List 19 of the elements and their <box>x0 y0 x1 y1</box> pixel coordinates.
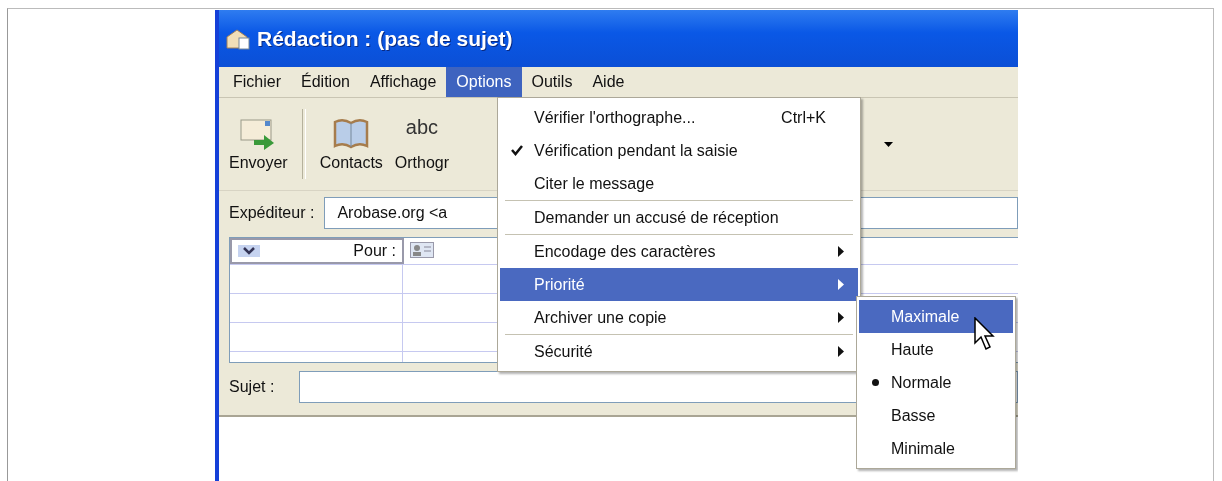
recipient-type-label: Pour : <box>353 242 396 260</box>
menu-option-label: Sécurité <box>534 342 594 361</box>
menu-option-label: Citer le message <box>534 174 656 193</box>
menu-option-label: Priorité <box>534 275 586 294</box>
priority-option-label: Maximale <box>891 307 960 326</box>
window-title: Rédaction : (pas de sujet) <box>257 26 513 51</box>
sender-label: Expéditeur : <box>229 204 315 222</box>
priority-option-label: Minimale <box>891 439 955 458</box>
menu-option-label: Encodage des caractères <box>534 242 717 261</box>
menu-option-label: Vérifier l'orthographe... <box>534 108 697 127</box>
menu-option-label: Archiver une copie <box>534 308 668 327</box>
priority-option-label: Normale <box>891 373 952 392</box>
priority-option-label: Haute <box>891 340 934 359</box>
shortcut-label: Ctrl+K <box>781 108 826 127</box>
menu-option-label: Vérification pendant la saisie <box>534 141 739 160</box>
priority-option-label: Basse <box>891 406 936 425</box>
subject-label: Sujet : <box>229 378 276 396</box>
spellcheck-icon: abc <box>405 116 439 150</box>
menu-option-label: Demander un accusé de réception <box>534 208 780 227</box>
